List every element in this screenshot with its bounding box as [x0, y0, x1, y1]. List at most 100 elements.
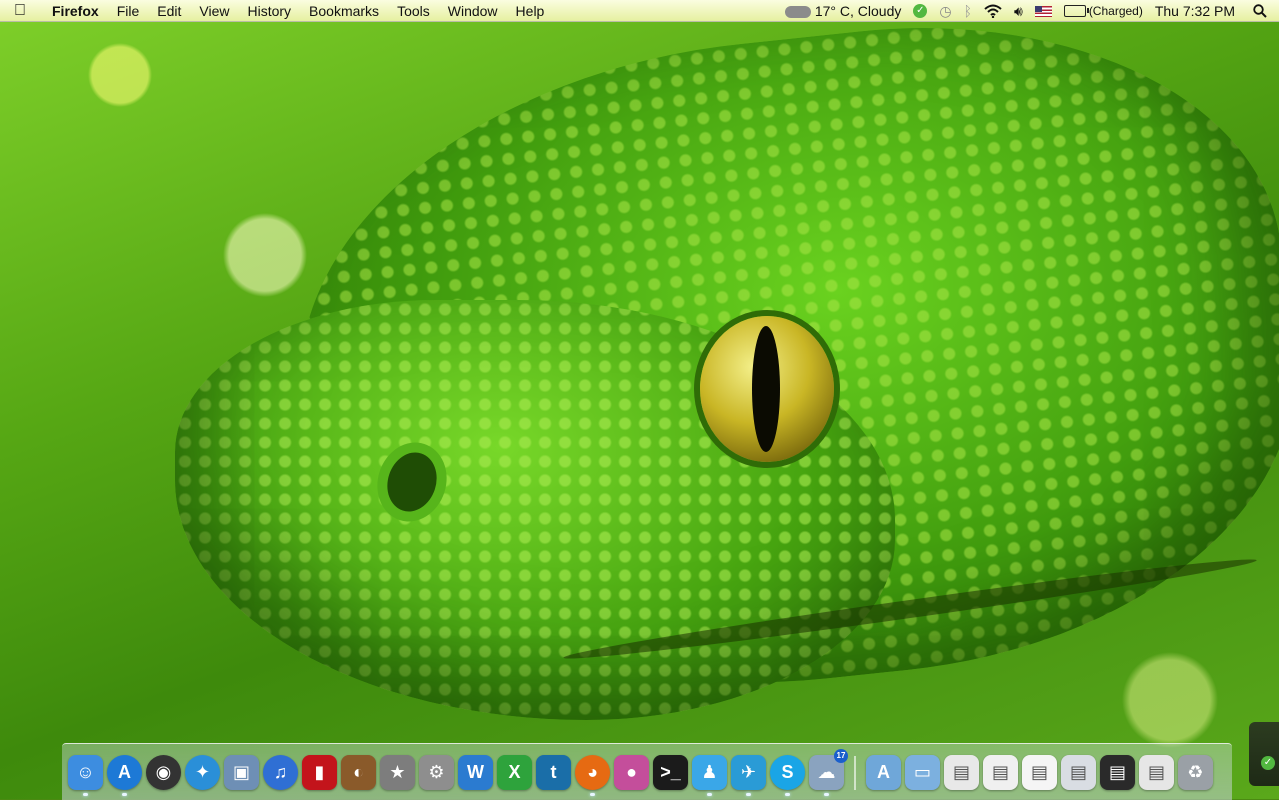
wifi-icon: [984, 4, 1002, 18]
tweetdeck-glyph: t: [550, 762, 557, 782]
itunes-glyph: ♫: [273, 762, 288, 782]
dock-finder-icon[interactable]: ☺: [68, 755, 103, 796]
clock[interactable]: Thu 7:32 PM: [1149, 0, 1241, 22]
input-source-status[interactable]: [1029, 5, 1058, 17]
dock-stack-5-icon[interactable]: ▤: [1100, 755, 1135, 790]
trash-glyph: ♻: [1187, 762, 1204, 782]
applications-folder-glyph: A: [877, 762, 890, 782]
safari-glyph: ✦: [194, 762, 211, 782]
messenger-glyph: ♟: [701, 762, 718, 782]
menu-bar:  Firefox File Edit View History Bookmar…: [0, 0, 1279, 22]
menu-tools[interactable]: Tools: [388, 0, 439, 22]
dock-colorsync-icon[interactable]: ●: [614, 755, 649, 790]
dock-trash-icon[interactable]: ♻: [1178, 755, 1213, 790]
battery-icon: [1063, 5, 1089, 17]
running-indicator: [590, 793, 595, 796]
evernote-check-icon: ✓: [913, 4, 928, 18]
desktop-wallpaper: [0, 0, 1279, 799]
menu-bookmarks[interactable]: Bookmarks: [300, 0, 388, 22]
dock-itunes-icon[interactable]: ♫: [263, 755, 298, 790]
dock-safari-icon[interactable]: ✦: [185, 755, 220, 790]
dock-icons: ☺ A ◉ ✦ ▣ ♫ ▮ ◐ ★ ⚙ W Xt ◕ ● >_ ♟ ✈ S ☁ 17 A ▭ ▤ ▤ ▤ ▤ ▤ ▤ ♻: [68, 748, 1213, 796]
dock-messenger-icon[interactable]: ♟: [692, 755, 727, 796]
excel-glyph: X: [508, 762, 521, 782]
dock-badge: 17: [834, 749, 848, 763]
running-indicator: [746, 793, 751, 796]
dock-imovie-icon[interactable]: ★: [380, 755, 415, 790]
running-indicator: [707, 793, 712, 796]
stack-6-glyph: ▤: [1147, 762, 1165, 782]
spotlight-button[interactable]: [1241, 4, 1279, 18]
side-notification-widget[interactable]: ✓: [1249, 722, 1279, 786]
menu-app-name[interactable]: Firefox: [40, 0, 108, 22]
apple-icon[interactable]: : [0, 0, 40, 22]
dock-separator: [854, 756, 856, 790]
us-flag-icon: [1034, 5, 1052, 17]
volume-status[interactable]: 🔊︎: [1008, 0, 1029, 22]
dock-stack-6-icon[interactable]: ▤: [1139, 755, 1174, 790]
app-store-glyph: A: [118, 762, 131, 782]
colorsync-glyph: ●: [626, 762, 637, 782]
weather-status[interactable]: 17° C, Cloudy: [779, 0, 908, 22]
running-indicator: [785, 793, 790, 796]
menu-window[interactable]: Window: [439, 0, 507, 22]
terminal-glyph: >_: [660, 762, 681, 782]
menu-history[interactable]: History: [238, 0, 300, 22]
dock-stack-2-icon[interactable]: ▤: [983, 755, 1018, 790]
dock-firefox-icon[interactable]: ◕: [575, 755, 610, 796]
preview-glyph: ▣: [232, 762, 250, 782]
dock-iphoto-icon[interactable]: ◐: [341, 755, 376, 790]
dock-preview-icon[interactable]: ▣: [224, 755, 259, 790]
weather-glyph: ☁: [817, 762, 836, 782]
battery-status[interactable]: (Charged): [1058, 0, 1149, 22]
running-indicator: [122, 793, 127, 796]
wallpaper-snake-pupil: [752, 326, 780, 452]
spotlight-search-icon: [1253, 4, 1267, 18]
wifi-status[interactable]: [978, 4, 1008, 18]
dock-app-store-icon[interactable]: A: [107, 755, 142, 796]
dock-skype-icon[interactable]: S: [770, 755, 805, 796]
evernote-check-icon: ✓: [1261, 756, 1275, 770]
dock-stack-3-icon[interactable]: ▤: [1022, 755, 1057, 790]
cloud-icon: [784, 6, 811, 18]
dock-applications-folder-icon[interactable]: A: [866, 755, 901, 790]
evernote-status[interactable]: ✓: [907, 4, 933, 18]
dock-system-preferences-icon[interactable]: ⚙: [419, 755, 454, 790]
skype-glyph: S: [781, 762, 794, 782]
dock-weather-icon[interactable]: ☁ 17: [809, 749, 848, 796]
imovie-glyph: ★: [389, 762, 406, 782]
twitter-glyph: ✈: [740, 762, 757, 782]
dock-twitter-icon[interactable]: ✈: [731, 755, 766, 796]
dock-word-icon[interactable]: W: [458, 755, 493, 790]
menu-edit[interactable]: Edit: [148, 0, 190, 22]
finder-glyph: ☺: [76, 762, 95, 782]
dock-dashboard-icon[interactable]: ◉: [146, 755, 181, 790]
stack-5-glyph: ▤: [1108, 762, 1126, 782]
dashboard-glyph: ◉: [155, 762, 172, 782]
weather-text: 17° C, Cloudy: [814, 3, 902, 19]
running-indicator: [824, 793, 829, 796]
dock-terminal-icon[interactable]: >_: [653, 755, 688, 790]
time-machine-icon: ◷: [939, 3, 952, 19]
battery-text: (Charged): [1088, 4, 1143, 18]
stack-4-glyph: ▤: [1069, 762, 1087, 782]
word-glyph: W: [467, 762, 484, 782]
bluetooth-status[interactable]: ᛒ: [958, 0, 978, 22]
volume-icon: 🔊︎: [1013, 3, 1023, 19]
bluetooth-icon: ᛒ: [963, 3, 972, 19]
documents-folder-glyph: ▭: [913, 762, 931, 782]
photo-booth-glyph: ▮: [314, 762, 325, 782]
menu-help[interactable]: Help: [507, 0, 554, 22]
dock-tweetdeck-icon[interactable]: t: [536, 755, 571, 790]
time-machine-status[interactable]: ◷: [933, 0, 957, 22]
dock-photo-booth-icon[interactable]: ▮: [302, 755, 337, 790]
stack-2-glyph: ▤: [991, 762, 1009, 782]
dock-excel-icon[interactable]: X: [497, 755, 532, 790]
dock-stack-4-icon[interactable]: ▤: [1061, 755, 1096, 790]
firefox-glyph: ◕: [587, 762, 598, 782]
menu-view[interactable]: View: [190, 0, 238, 22]
stack-1-glyph: ▤: [952, 762, 970, 782]
dock-documents-folder-icon[interactable]: ▭: [905, 755, 940, 790]
dock-stack-1-icon[interactable]: ▤: [944, 755, 979, 790]
menu-file[interactable]: File: [108, 0, 149, 22]
